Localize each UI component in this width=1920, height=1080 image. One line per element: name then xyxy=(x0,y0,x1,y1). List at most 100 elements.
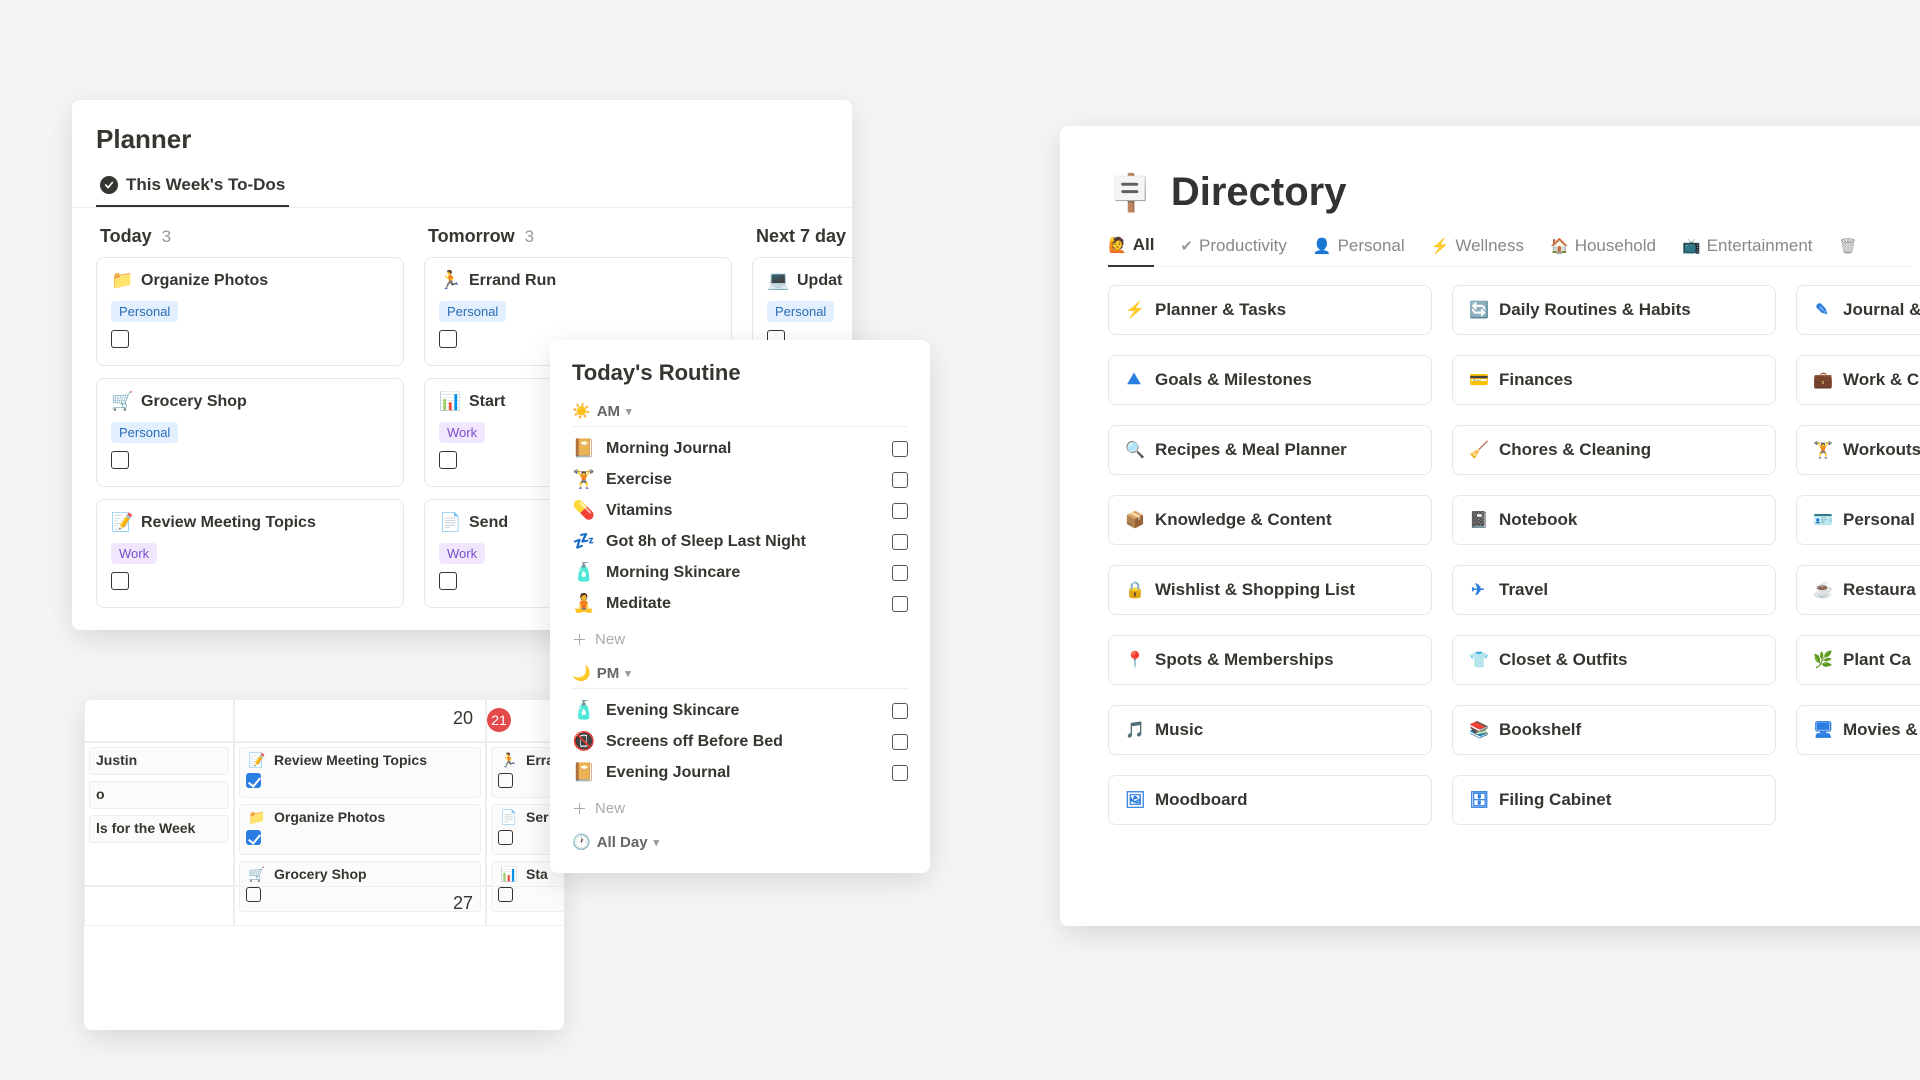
directory-tab-all[interactable]: 🙋All xyxy=(1108,235,1154,267)
directory-tab-personal[interactable]: 👤Personal xyxy=(1313,235,1405,256)
event-checkbox[interactable] xyxy=(498,830,513,845)
routine-section-pm[interactable]: 🌙 PM ▾ xyxy=(572,658,908,688)
todo-checkbox[interactable] xyxy=(439,330,457,348)
cal-cell-1[interactable]: Justin o ls for the Week xyxy=(84,742,234,886)
routine-checkbox[interactable] xyxy=(892,441,908,457)
event-title: Review Meeting Topics xyxy=(274,752,427,769)
directory-item[interactable]: 👕Closet & Outfits xyxy=(1452,635,1776,685)
tab-icon: ✔ xyxy=(1180,237,1193,255)
routine-section-am[interactable]: ☀️ AM ▾ xyxy=(572,396,908,426)
routine-checkbox[interactable] xyxy=(892,565,908,581)
cal-cell-2[interactable]: 📝Review Meeting Topics📁Organize Photos🛒G… xyxy=(234,742,486,886)
routine-item[interactable]: 🧘 Meditate xyxy=(572,588,908,619)
routine-card: Today's Routine ☀️ AM ▾ 📔 Morning Journa… xyxy=(550,340,930,873)
routine-checkbox[interactable] xyxy=(892,765,908,781)
directory-item[interactable]: 📓Notebook xyxy=(1452,495,1776,545)
calendar-event[interactable]: 📝Review Meeting Topics xyxy=(239,747,481,798)
routine-checkbox[interactable] xyxy=(892,503,908,519)
tag-personal: Personal xyxy=(111,301,178,322)
directory-item[interactable]: 🖥Movies & xyxy=(1796,705,1920,755)
new-am-button[interactable]: ＋ New xyxy=(572,625,908,658)
todo-checkbox[interactable] xyxy=(111,451,129,469)
routine-am-list: 📔 Morning Journal 🏋️ Exercise 💊 Vitamins… xyxy=(572,426,908,619)
calendar-event[interactable]: Justin xyxy=(89,747,229,775)
todo-card[interactable]: 📝 Review Meeting Topics Work xyxy=(96,499,404,608)
directory-item[interactable]: 🖼Moodboard xyxy=(1108,775,1432,825)
calendar-event[interactable]: o xyxy=(89,781,229,809)
event-checkbox[interactable] xyxy=(246,830,261,845)
directory-item[interactable]: 🌿Plant Ca xyxy=(1796,635,1920,685)
calendar-event[interactable]: 📁Organize Photos xyxy=(239,804,481,855)
routine-item[interactable]: 💤 Got 8h of Sleep Last Night xyxy=(572,526,908,557)
directory-item-label: Notebook xyxy=(1499,510,1577,530)
directory-item[interactable]: 🎵Music xyxy=(1108,705,1432,755)
directory-item[interactable]: ✎Journal & xyxy=(1796,285,1920,335)
routine-checkbox[interactable] xyxy=(892,734,908,750)
cal-head-20[interactable]: 20 xyxy=(234,700,486,742)
todo-title: Errand Run xyxy=(469,272,556,290)
tab-this-weeks-todos[interactable]: This Week's To-Dos xyxy=(96,167,289,207)
directory-item[interactable]: 📍Spots & Memberships xyxy=(1108,635,1432,685)
directory-item[interactable]: 💳Finances xyxy=(1452,355,1776,405)
directory-item[interactable]: 🧹Chores & Cleaning xyxy=(1452,425,1776,475)
directory-item-icon: 🔄 xyxy=(1469,300,1487,320)
tag-personal: Personal xyxy=(767,301,834,322)
new-pm-button[interactable]: ＋ New xyxy=(572,794,908,827)
todo-checkbox[interactable] xyxy=(439,572,457,590)
directory-tab-entertainment[interactable]: 📺Entertainment xyxy=(1682,235,1813,256)
todo-card[interactable]: 📁 Organize Photos Personal xyxy=(96,257,404,366)
event-checkbox[interactable] xyxy=(246,773,261,788)
directory-item[interactable]: 🔍Recipes & Meal Planner xyxy=(1108,425,1432,475)
directory-tab-more[interactable]: 🗑 xyxy=(1839,235,1858,256)
routine-item[interactable]: 🏋️ Exercise xyxy=(572,464,908,495)
routine-item[interactable]: 📵 Screens off Before Bed xyxy=(572,726,908,757)
todo-emoji-icon: 🛒 xyxy=(111,391,133,412)
directory-item[interactable]: 🔒Wishlist & Shopping List xyxy=(1108,565,1432,615)
directory-item[interactable]: ✈Travel xyxy=(1452,565,1776,615)
routine-emoji-icon: 📔 xyxy=(572,762,596,783)
directory-item[interactable]: 🗄Filing Cabinet xyxy=(1452,775,1776,825)
directory-item-label: Knowledge & Content xyxy=(1155,510,1332,530)
directory-item[interactable]: 📦Knowledge & Content xyxy=(1108,495,1432,545)
clock-icon: 🕐 xyxy=(572,833,591,851)
routine-item[interactable]: 💊 Vitamins xyxy=(572,495,908,526)
cal-foot-blank xyxy=(84,886,234,926)
directory-item[interactable]: 📚Bookshelf xyxy=(1452,705,1776,755)
directory-tab-household[interactable]: 🏠Household xyxy=(1550,235,1656,256)
todo-checkbox[interactable] xyxy=(439,451,457,469)
routine-item[interactable]: 🧴 Evening Skincare xyxy=(572,695,908,726)
directory-tab-wellness[interactable]: ⚡Wellness xyxy=(1431,235,1524,256)
event-checkbox[interactable] xyxy=(498,773,513,788)
directory-item[interactable]: 🔄Daily Routines & Habits xyxy=(1452,285,1776,335)
todo-title: Review Meeting Topics xyxy=(141,514,316,532)
routine-item[interactable]: 🧴 Morning Skincare xyxy=(572,557,908,588)
directory-item-icon: 🔍 xyxy=(1125,440,1143,460)
directory-item[interactable]: ⛰Goals & Milestones xyxy=(1108,355,1432,405)
routine-section-allday[interactable]: 🕐 All Day ▾ xyxy=(572,827,908,857)
directory-item[interactable]: ☕Restaura xyxy=(1796,565,1920,615)
routine-checkbox[interactable] xyxy=(892,534,908,550)
directory-tab-productivity[interactable]: ✔Productivity xyxy=(1180,235,1286,256)
directory-item[interactable]: 🏋Workouts xyxy=(1796,425,1920,475)
routine-item[interactable]: 📔 Morning Journal xyxy=(572,433,908,464)
routine-item[interactable]: 📔 Evening Journal xyxy=(572,757,908,788)
todo-checkbox[interactable] xyxy=(111,572,129,590)
routine-checkbox[interactable] xyxy=(892,703,908,719)
routine-checkbox[interactable] xyxy=(892,472,908,488)
tab-icon: 🙋 xyxy=(1108,236,1127,254)
plus-icon: ＋ xyxy=(572,629,587,650)
routine-checkbox[interactable] xyxy=(892,596,908,612)
directory-item-icon: 🗄 xyxy=(1469,790,1487,810)
cal-foot-28[interactable]: 28 xyxy=(486,886,564,926)
directory-item[interactable]: ⚡Planner & Tasks xyxy=(1108,285,1432,335)
calendar-card: 20 21 Justinols for the Week 📝Review Mee… xyxy=(84,700,564,1030)
directory-item[interactable]: 💼Work & C xyxy=(1796,355,1920,405)
todo-card[interactable]: 🛒 Grocery Shop Personal xyxy=(96,378,404,487)
todo-checkbox[interactable] xyxy=(111,330,129,348)
event-emoji-icon: 📊 xyxy=(498,866,520,883)
directory-item-icon: ✈ xyxy=(1469,580,1487,600)
calendar-event[interactable]: ls for the Week xyxy=(89,815,229,843)
cal-foot-27[interactable]: 27 xyxy=(234,886,486,926)
directory-item[interactable]: 🪪Personal xyxy=(1796,495,1920,545)
tab-icon: ⚡ xyxy=(1431,237,1450,255)
